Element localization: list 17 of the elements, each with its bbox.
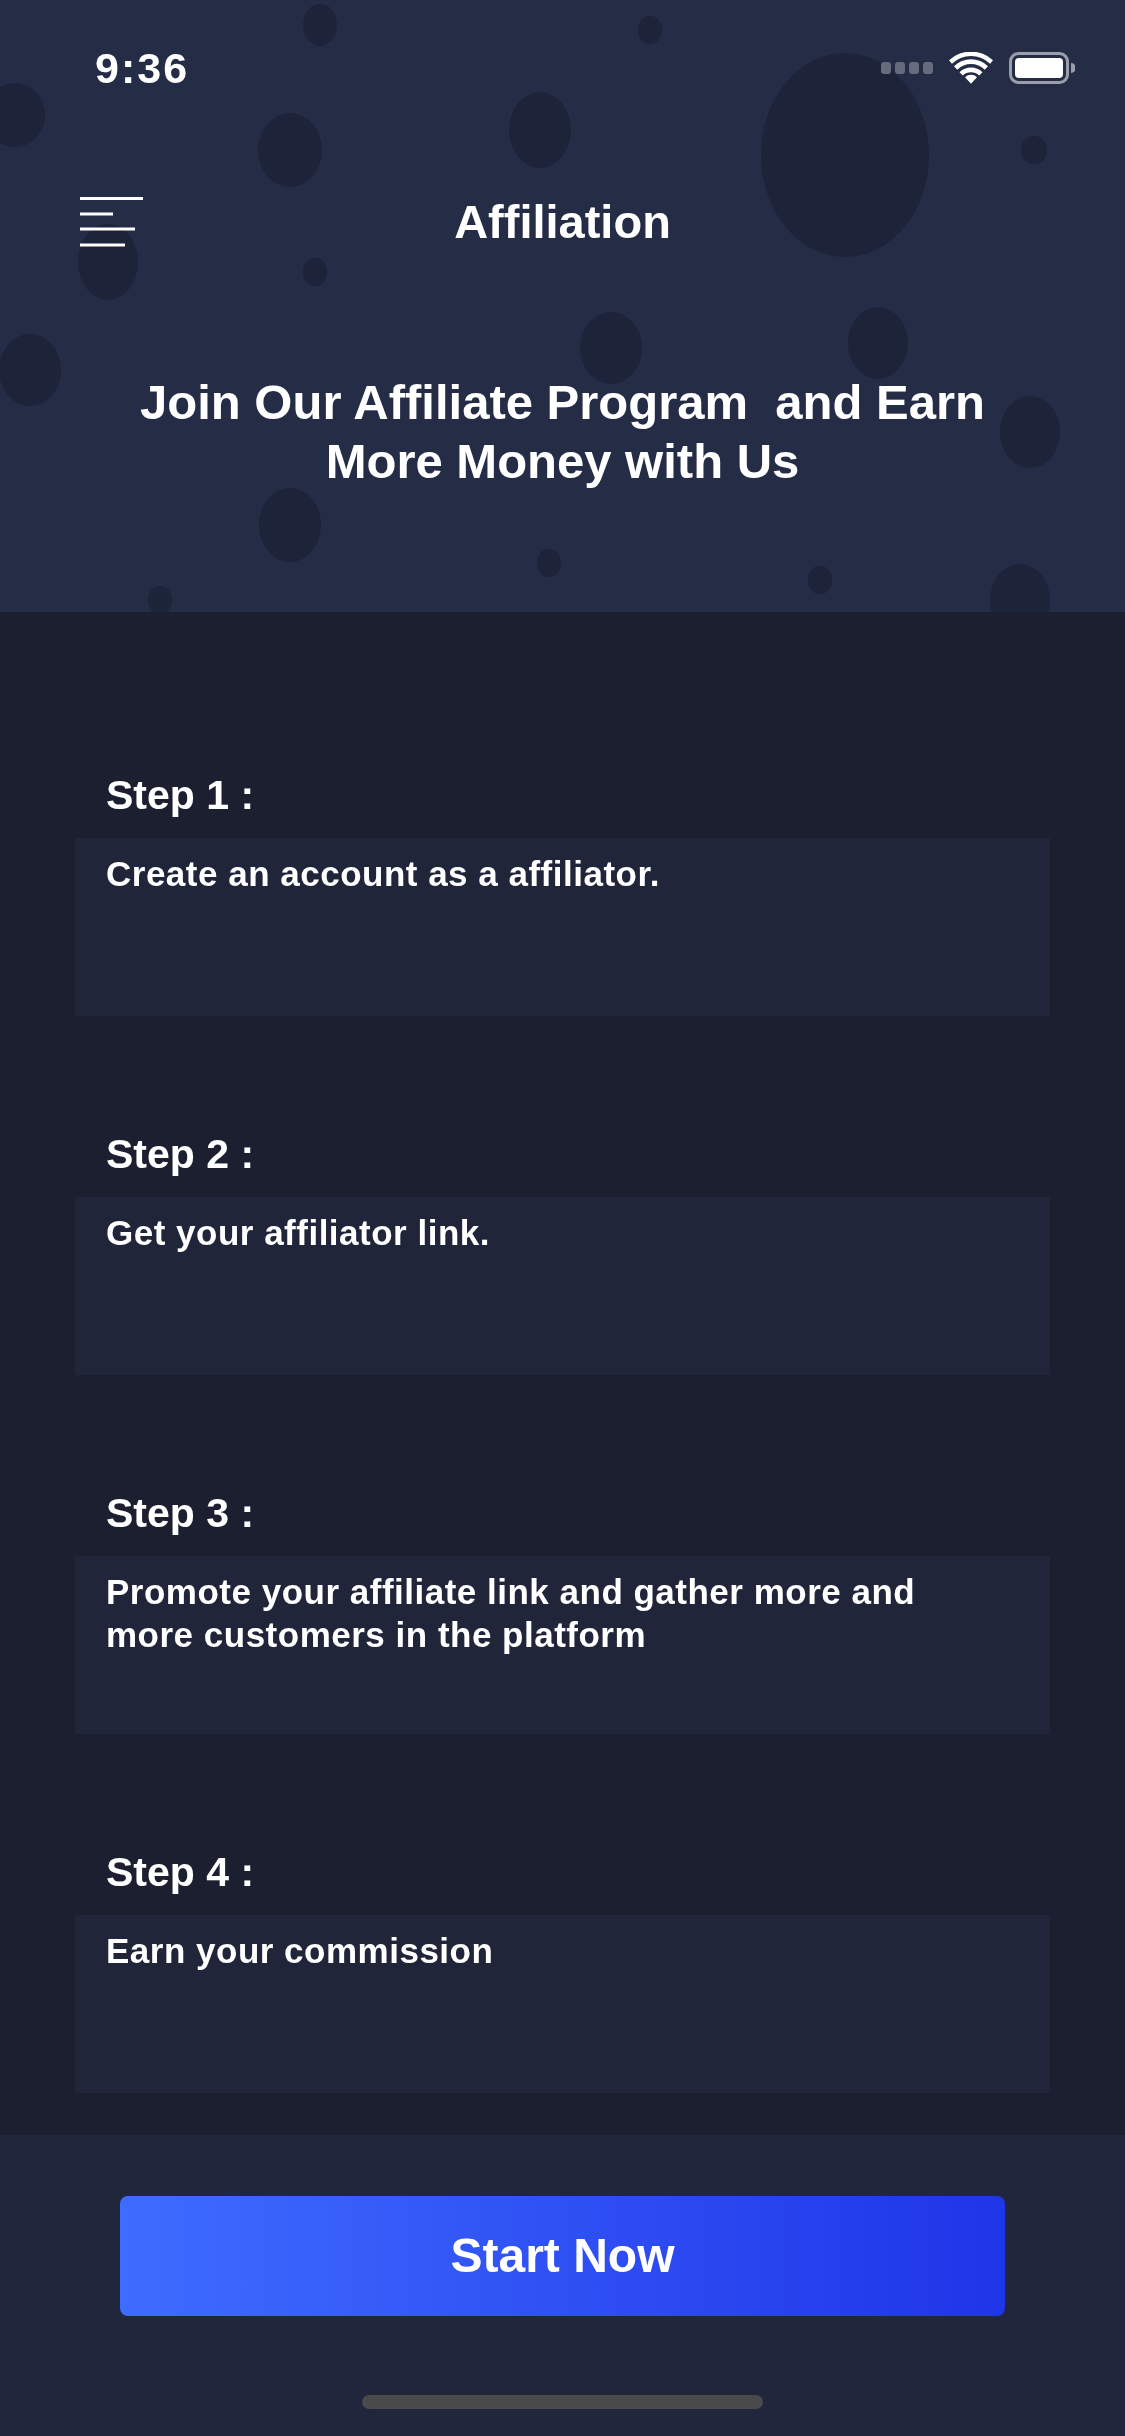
- step-description: Earn your commission: [106, 1930, 495, 1972]
- step-label: Step 4 :: [106, 1848, 255, 1896]
- step-description: Create an account as a affiliator.: [106, 853, 661, 895]
- step-description: Promote your affiliate link and gather more and more customers in the platform: [106, 1571, 917, 1656]
- menu-icon: [80, 197, 144, 247]
- battery-icon: [1009, 52, 1075, 84]
- status-time: 9:36: [95, 43, 190, 94]
- start-now-button[interactable]: Start Now: [120, 2196, 1005, 2316]
- page-title: Affiliation: [454, 194, 671, 250]
- signal-icon: [881, 62, 933, 74]
- headline-text: Join Our Affiliate Program and Earn More Money with Us: [139, 374, 986, 490]
- step-description: Get your affiliator link.: [106, 1212, 491, 1254]
- menu-button[interactable]: [80, 197, 144, 247]
- step-label: Step 3 :: [106, 1489, 255, 1537]
- wifi-icon: [949, 51, 993, 85]
- step-label: Step 2 :: [106, 1130, 255, 1178]
- step-label: Step 1 :: [106, 771, 255, 819]
